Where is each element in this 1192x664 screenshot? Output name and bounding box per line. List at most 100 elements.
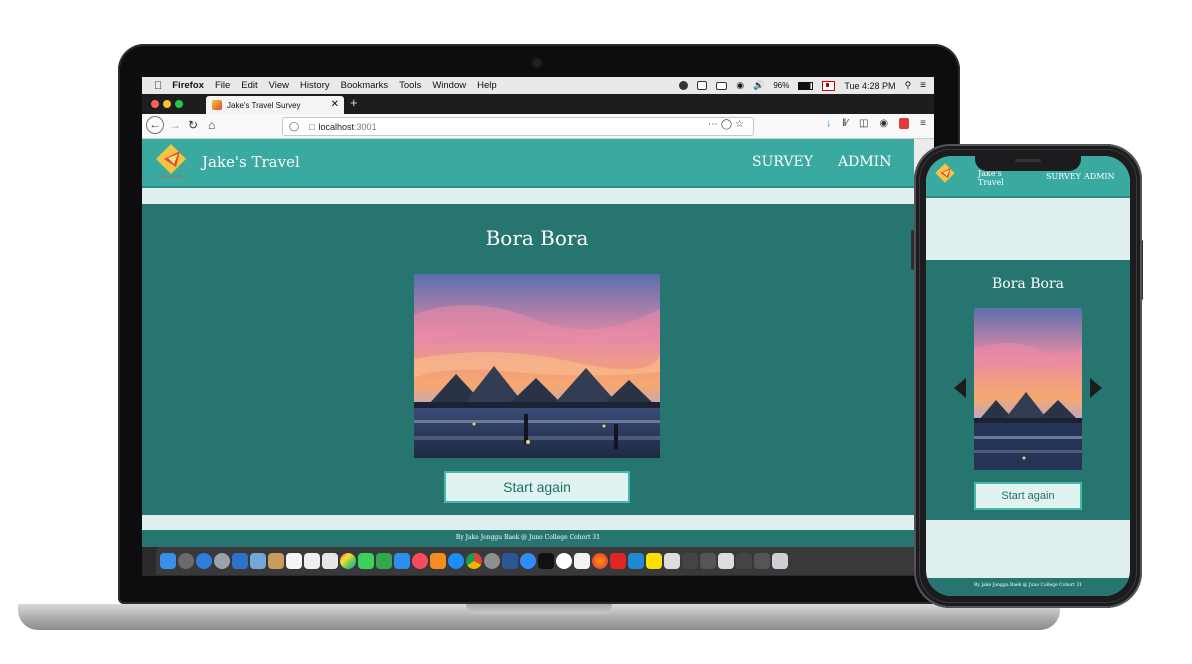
photos-icon[interactable]	[340, 553, 356, 569]
messages-icon[interactable]	[358, 553, 374, 569]
calendar-icon[interactable]	[286, 553, 302, 569]
input-flag-icon[interactable]	[822, 80, 836, 91]
phone-chevron-left-icon[interactable]	[954, 378, 966, 398]
account-icon[interactable]: ◉	[879, 118, 888, 129]
music-icon[interactable]	[412, 553, 428, 569]
appstore-icon[interactable]	[448, 553, 464, 569]
terminal-icon[interactable]	[538, 553, 554, 569]
menu-edit[interactable]: Edit	[241, 80, 257, 91]
forward-icon[interactable]: →	[169, 118, 181, 132]
xcode-icon[interactable]	[232, 553, 248, 569]
logo-icon[interactable]	[934, 161, 956, 189]
preview-icon[interactable]	[250, 553, 266, 569]
wifi-icon[interactable]: ◉	[736, 80, 744, 91]
browser-tabbar: Jake's Travel Survey ✕ +	[142, 94, 934, 114]
window-thumb-3-icon[interactable]	[718, 553, 734, 569]
window-thumb-4-icon[interactable]	[736, 553, 752, 569]
phone-start-again-button[interactable]: Start again	[974, 482, 1082, 510]
control-center-icon[interactable]: ≡	[920, 80, 926, 91]
start-again-label: Start again	[503, 479, 571, 495]
tab-title: Jake's Travel Survey	[227, 100, 301, 110]
reminders-icon[interactable]	[304, 553, 320, 569]
menubar-clock[interactable]: Tue 4:28 PM	[844, 81, 895, 91]
destination-photo	[414, 274, 660, 458]
chrome-icon[interactable]	[466, 553, 482, 569]
window-thumb-5-icon[interactable]	[754, 553, 770, 569]
phone-start-again-label: Start again	[1001, 490, 1055, 502]
menu-tools[interactable]: Tools	[399, 80, 421, 91]
reload-icon[interactable]: ↻	[188, 118, 198, 132]
phone-chevron-right-icon[interactable]	[1090, 378, 1102, 398]
vscode-icon[interactable]	[628, 553, 644, 569]
folder-icon[interactable]	[664, 553, 680, 569]
site-header: JAKE'S TRAVEL Jake's Travel SURVEY ADMIN	[142, 139, 914, 188]
back-icon[interactable]: ←	[146, 116, 164, 134]
rocket-icon[interactable]	[214, 553, 230, 569]
new-tab-icon[interactable]: +	[350, 95, 358, 110]
url-bar[interactable]: ◯ □ localhost :3001 ⋯◯☆	[282, 117, 754, 136]
browser-toolbar: ← → ↻ ⌂ ◯ □ localhost :3001 ⋯◯☆ ↓ ‖⁄ ◫ ◉…	[142, 114, 934, 139]
safari-icon[interactable]	[196, 553, 212, 569]
mac-dock	[156, 547, 920, 575]
screen-record-icon[interactable]	[697, 81, 708, 90]
browser-tab[interactable]: Jake's Travel Survey ✕	[206, 96, 344, 114]
airplay-icon[interactable]	[716, 81, 728, 90]
firefox-icon[interactable]	[592, 553, 608, 569]
library-icon[interactable]: ‖⁄	[842, 118, 848, 129]
shield-icon[interactable]: ◯	[289, 121, 299, 132]
nav-survey[interactable]: SURVEY	[752, 154, 813, 170]
phone-brand[interactable]: Jake's Travel	[978, 169, 1012, 187]
menu-bookmarks[interactable]: Bookmarks	[341, 80, 389, 91]
tab-favicon-icon	[212, 100, 222, 110]
phone-speaker	[1015, 159, 1041, 162]
books-icon[interactable]	[430, 553, 446, 569]
settings-icon[interactable]	[484, 553, 500, 569]
start-again-button[interactable]: Start again	[444, 471, 630, 503]
close-tab-icon[interactable]: ✕	[331, 99, 339, 110]
trash-icon[interactable]	[772, 553, 788, 569]
word-icon[interactable]	[502, 553, 518, 569]
notes-icon[interactable]	[268, 553, 284, 569]
slack-icon[interactable]	[556, 553, 572, 569]
search-icon[interactable]: ⚲	[905, 80, 912, 91]
phone-nav-survey[interactable]: SURVEY	[1046, 172, 1081, 181]
finder-icon[interactable]	[160, 553, 176, 569]
menu-help[interactable]: Help	[477, 80, 497, 91]
phone-nav-admin[interactable]: ADMIN	[1084, 172, 1115, 181]
menu-view[interactable]: View	[269, 80, 289, 91]
battery-icon[interactable]	[798, 81, 814, 90]
page-actions-icon[interactable]: ⋯◯☆	[708, 119, 747, 130]
download-icon[interactable]: ↓	[826, 118, 831, 129]
extension-icon[interactable]	[899, 118, 910, 129]
chat-status-icon[interactable]	[679, 81, 689, 90]
window-thumb-2-icon[interactable]	[700, 553, 716, 569]
minimize-window-icon[interactable]	[163, 100, 171, 108]
textedit-icon[interactable]	[574, 553, 590, 569]
volume-icon[interactable]: 🔊	[753, 80, 764, 91]
apple-icon[interactable]: 	[154, 80, 162, 92]
phone-site-footer: By Jake Jonggu Baek @ Juno College Cohor…	[926, 578, 1130, 596]
window-thumb-1-icon[interactable]	[682, 553, 698, 569]
zoom-window-icon[interactable]	[175, 100, 183, 108]
menu-window[interactable]: Window	[432, 80, 466, 91]
contacts-icon[interactable]	[322, 553, 338, 569]
launchpad-icon[interactable]	[178, 553, 194, 569]
destination-section: Bora Bora Start again	[142, 204, 914, 515]
battery-percent: 96%	[773, 81, 790, 90]
page-icon: □	[309, 121, 315, 132]
menu-file[interactable]: File	[215, 80, 230, 91]
nav-admin[interactable]: ADMIN	[838, 154, 891, 170]
home-icon[interactable]: ⌂	[208, 118, 215, 132]
phone-footer-text: By Jake Jonggu Baek @ Juno College Cohor…	[973, 583, 1083, 588]
menu-history[interactable]: History	[300, 80, 330, 91]
acrobat-icon[interactable]	[610, 553, 626, 569]
keynote-icon[interactable]	[394, 553, 410, 569]
zoom-icon[interactable]	[520, 553, 536, 569]
menu-icon[interactable]: ≡	[920, 118, 926, 129]
close-window-icon[interactable]	[151, 100, 159, 108]
numbers-icon[interactable]	[376, 553, 392, 569]
brand-name[interactable]: Jake's Travel	[202, 153, 300, 171]
sidebar-icon[interactable]: ◫	[859, 118, 868, 129]
menu-app[interactable]: Firefox	[172, 80, 204, 91]
kakaotalk-icon[interactable]	[646, 553, 662, 569]
